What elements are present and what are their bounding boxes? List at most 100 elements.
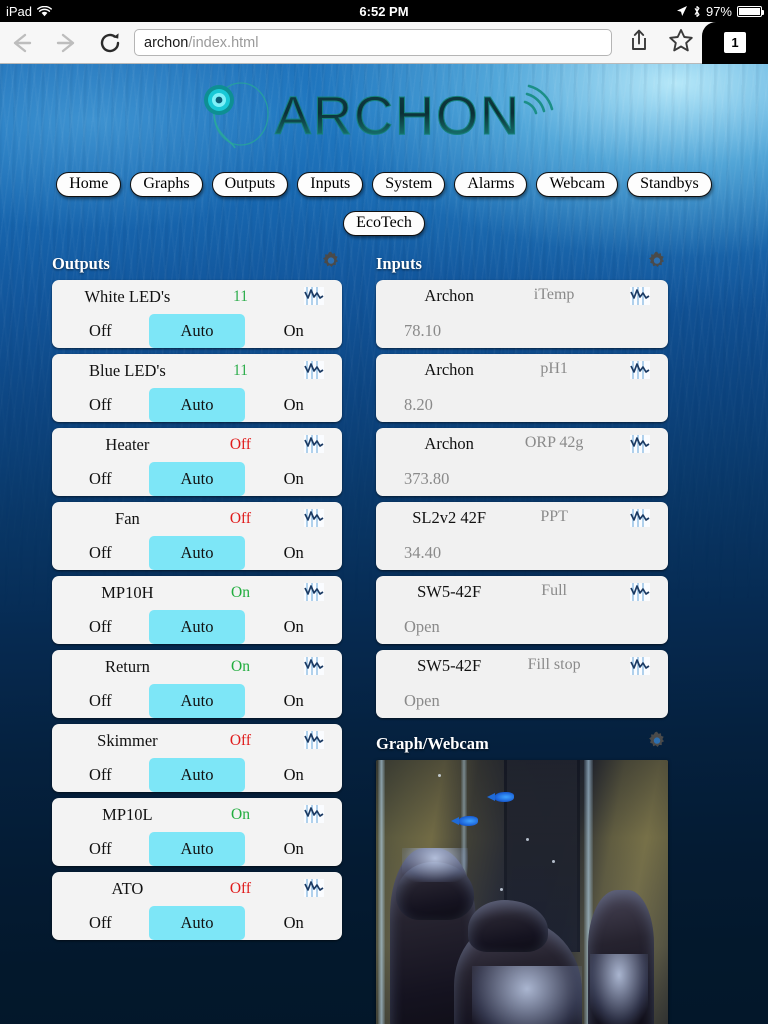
primary-nav: Home Graphs Outputs Inputs System Alarms… bbox=[0, 172, 768, 198]
output-mode-auto[interactable]: Auto bbox=[148, 758, 246, 792]
nav-item-graphs[interactable]: Graphs bbox=[130, 172, 203, 198]
output-mode-off[interactable]: Off bbox=[52, 610, 149, 644]
output-mode-auto[interactable]: Auto bbox=[148, 462, 246, 496]
output-mode-off[interactable]: Off bbox=[52, 758, 149, 792]
output-mode-control: Off Auto On bbox=[52, 758, 342, 792]
bubble bbox=[552, 860, 555, 863]
back-button[interactable] bbox=[0, 22, 44, 64]
input-device: SW5-42F bbox=[417, 582, 482, 601]
graph-icon[interactable] bbox=[630, 435, 650, 458]
output-mode-on[interactable]: On bbox=[245, 388, 342, 422]
output-mode-auto[interactable]: Auto bbox=[148, 388, 246, 422]
graph-icon[interactable] bbox=[630, 287, 650, 310]
output-row: Heater Off Off Auto On bbox=[52, 428, 342, 496]
graph-icon[interactable] bbox=[630, 509, 650, 532]
output-mode-on[interactable]: On bbox=[245, 832, 342, 866]
input-value: 34.40 bbox=[404, 543, 442, 562]
nav-item-standbys[interactable]: Standbys bbox=[627, 172, 712, 198]
webcam-feed[interactable] bbox=[376, 760, 668, 1024]
ipad-safari-screen: iPad 6:52 PM 97% archon /index.html 1 AR… bbox=[0, 0, 768, 1024]
output-mode-off[interactable]: Off bbox=[52, 314, 149, 348]
output-value: On bbox=[231, 584, 250, 601]
bookmark-button[interactable] bbox=[660, 22, 702, 64]
output-value: 11 bbox=[233, 288, 248, 305]
output-row-top: Blue LED's 11 bbox=[52, 354, 342, 388]
nav-item-outputs[interactable]: Outputs bbox=[211, 172, 289, 198]
graph-icon[interactable] bbox=[630, 361, 650, 384]
tab-count-button[interactable]: 1 bbox=[702, 21, 768, 64]
graph-icon[interactable] bbox=[630, 657, 650, 680]
output-value: Off bbox=[229, 880, 252, 897]
nav-item-inputs[interactable]: Inputs bbox=[297, 172, 364, 198]
output-mode-on[interactable]: On bbox=[245, 906, 342, 940]
graph-icon[interactable] bbox=[304, 805, 324, 828]
output-mode-on[interactable]: On bbox=[245, 536, 342, 570]
output-mode-off[interactable]: Off bbox=[52, 832, 149, 866]
output-mode-control: Off Auto On bbox=[52, 684, 342, 718]
graph-icon[interactable] bbox=[630, 583, 650, 606]
status-bar-clock: 6:52 PM bbox=[359, 3, 409, 19]
output-mode-control: Off Auto On bbox=[52, 462, 342, 496]
nav-item-webcam[interactable]: Webcam bbox=[536, 172, 619, 198]
graph-icon[interactable] bbox=[304, 731, 324, 754]
output-mode-on[interactable]: On bbox=[245, 462, 342, 496]
battery-icon bbox=[737, 5, 764, 17]
forward-button[interactable] bbox=[44, 22, 88, 64]
input-device: Archon bbox=[424, 360, 474, 379]
output-row: Skimmer Off Off Auto On bbox=[52, 724, 342, 792]
input-row: Archon pH1 8.20 bbox=[376, 354, 668, 422]
graph-icon[interactable] bbox=[304, 657, 324, 680]
input-row: SL2v2 42F PPT 34.40 bbox=[376, 502, 668, 570]
output-name: Return bbox=[104, 657, 150, 676]
output-row-top: Skimmer Off bbox=[52, 724, 342, 758]
outputs-list: White LED's 11 Off Auto On Blue LED's 11… bbox=[52, 280, 342, 940]
output-mode-off[interactable]: Off bbox=[52, 906, 149, 940]
url-host: archon bbox=[144, 34, 189, 51]
graph-icon[interactable] bbox=[304, 583, 324, 606]
back-arrow-icon bbox=[9, 32, 35, 54]
output-mode-on[interactable]: On bbox=[245, 758, 342, 792]
bubble bbox=[438, 774, 441, 777]
graph-webcam-gear-icon[interactable] bbox=[646, 730, 668, 752]
graph-icon[interactable] bbox=[304, 509, 324, 532]
output-mode-off[interactable]: Off bbox=[52, 462, 149, 496]
reload-button[interactable] bbox=[88, 22, 132, 64]
nav-item-ecotech[interactable]: EcoTech bbox=[343, 211, 425, 237]
output-mode-auto[interactable]: Auto bbox=[148, 684, 246, 718]
nav-item-home[interactable]: Home bbox=[56, 172, 122, 198]
output-mode-control: Off Auto On bbox=[52, 314, 342, 348]
outputs-panel: Outputs White LED's 11 Off Auto On Blue … bbox=[52, 250, 342, 946]
browser-toolbar: archon/index.html 1 bbox=[0, 21, 768, 64]
output-row-top: Fan Off bbox=[52, 502, 342, 536]
output-mode-on[interactable]: On bbox=[245, 610, 342, 644]
graph-icon[interactable] bbox=[304, 435, 324, 458]
output-name: MP10L bbox=[102, 805, 153, 824]
input-value: Open bbox=[404, 617, 440, 636]
share-button[interactable] bbox=[618, 22, 660, 64]
url-input[interactable]: archon/index.html bbox=[134, 29, 612, 56]
graph-icon[interactable] bbox=[304, 879, 324, 902]
output-row: White LED's 11 Off Auto On bbox=[52, 280, 342, 348]
output-row-top: MP10H On bbox=[52, 576, 342, 610]
output-mode-on[interactable]: On bbox=[245, 684, 342, 718]
outputs-gear-icon[interactable] bbox=[320, 250, 342, 272]
input-value: Open bbox=[404, 691, 440, 710]
output-mode-off[interactable]: Off bbox=[52, 388, 149, 422]
output-mode-auto[interactable]: Auto bbox=[148, 906, 246, 940]
output-mode-off[interactable]: Off bbox=[52, 536, 149, 570]
nav-item-system[interactable]: System bbox=[372, 172, 446, 198]
graph-icon[interactable] bbox=[304, 361, 324, 384]
output-mode-off[interactable]: Off bbox=[52, 684, 149, 718]
output-mode-on[interactable]: On bbox=[245, 314, 342, 348]
input-sensor: iTemp bbox=[533, 286, 575, 303]
nav-item-alarms[interactable]: Alarms bbox=[454, 172, 528, 198]
output-mode-auto[interactable]: Auto bbox=[148, 536, 246, 570]
graph-icon[interactable] bbox=[304, 287, 324, 310]
inputs-gear-icon[interactable] bbox=[646, 250, 668, 272]
output-row: Fan Off Off Auto On bbox=[52, 502, 342, 570]
output-mode-auto[interactable]: Auto bbox=[148, 314, 246, 348]
output-mode-auto[interactable]: Auto bbox=[148, 610, 246, 644]
output-mode-auto[interactable]: Auto bbox=[148, 832, 246, 866]
outputs-header: Outputs bbox=[52, 250, 342, 276]
coral-crust bbox=[472, 966, 582, 1024]
